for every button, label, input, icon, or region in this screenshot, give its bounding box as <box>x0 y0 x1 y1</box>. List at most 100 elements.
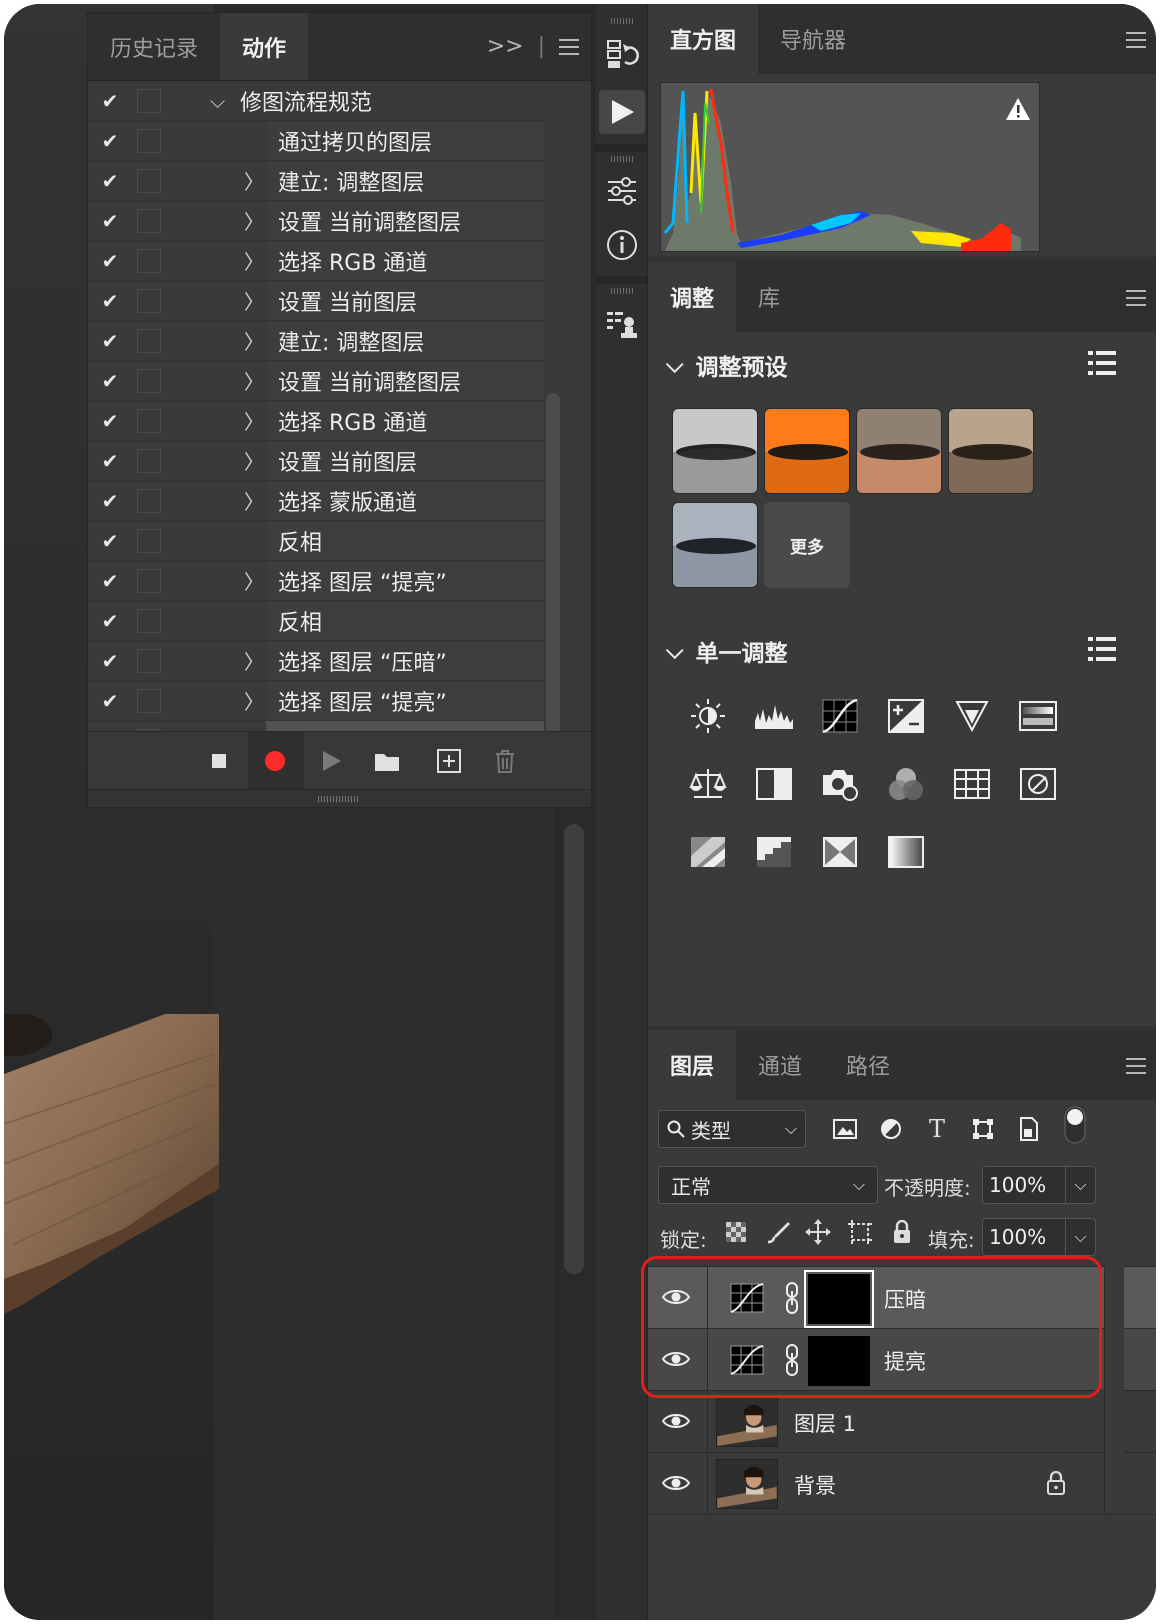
preset-thumbnail[interactable] <box>672 408 758 494</box>
layers-scrollbar[interactable] <box>1104 1266 1124 1514</box>
check-icon[interactable]: ✔ <box>88 249 132 273</box>
tab-history[interactable]: 历史记录 <box>88 13 220 80</box>
exposure-icon[interactable] <box>884 694 928 738</box>
check-icon[interactable]: ✔ <box>88 169 132 193</box>
dialog-toggle[interactable] <box>137 168 161 193</box>
color-balance-icon[interactable] <box>686 762 730 806</box>
opacity-dropdown[interactable]: ⌵ <box>1066 1166 1096 1204</box>
threshold-icon[interactable] <box>752 830 796 874</box>
layer-thumbnail[interactable] <box>716 1397 778 1447</box>
dialog-toggle[interactable] <box>137 288 161 313</box>
check-icon[interactable]: ✔ <box>88 89 132 113</box>
panel-menu-icon[interactable] <box>1126 1058 1146 1074</box>
record-button[interactable] <box>248 732 304 790</box>
tab-paths[interactable]: 路径 <box>824 1030 912 1100</box>
filter-toggle[interactable] <box>1060 1106 1090 1144</box>
action-step-row[interactable]: ✔ 〉选择 RGB 通道 <box>88 241 544 281</box>
panel-menu-icon[interactable] <box>1126 32 1146 48</box>
tab-navigator[interactable]: 导航器 <box>758 4 868 74</box>
chevron-down-icon[interactable]: ⌵ <box>210 89 225 113</box>
dialog-toggle[interactable] <box>137 528 161 553</box>
action-step-row[interactable]: ✔ 〉设置 当前图层 <box>88 281 544 321</box>
dialog-toggle[interactable] <box>137 568 161 593</box>
check-icon[interactable]: ✔ <box>88 449 132 473</box>
new-action-icon[interactable] <box>436 748 462 774</box>
chevron-right-icon[interactable]: 〉 <box>244 646 264 675</box>
chevron-right-icon[interactable]: 〉 <box>244 246 264 275</box>
posterize-icon[interactable] <box>686 830 730 874</box>
canvas-scrollbar[interactable] <box>564 824 584 1274</box>
filter-adjustment-icon[interactable] <box>876 1114 906 1144</box>
dock-grip[interactable] <box>611 18 633 24</box>
filter-shape-icon[interactable] <box>968 1114 998 1144</box>
check-icon[interactable]: ✔ <box>88 489 132 513</box>
lock-icon[interactable] <box>1046 1471 1066 1495</box>
actions-scrollbar[interactable] <box>546 393 560 753</box>
layer-row-darken[interactable]: 压暗 <box>648 1266 1156 1329</box>
link-icon[interactable] <box>784 1281 800 1315</box>
lock-pixels-icon[interactable] <box>764 1218 792 1246</box>
action-step-row[interactable]: ✔ 〉设置 当前调整图层 <box>88 201 544 241</box>
panel-menu-icon[interactable] <box>1126 290 1146 306</box>
fill-input[interactable]: 100% <box>982 1218 1066 1256</box>
play-icon[interactable] <box>319 748 345 774</box>
layer-filter-select[interactable]: 类型 ⌵ <box>658 1110 806 1148</box>
action-step-row[interactable]: ✔ 〉选择 图层 “提亮” <box>88 561 544 601</box>
chevron-right-icon[interactable]: 〉 <box>244 686 264 715</box>
levels-icon[interactable] <box>752 694 796 738</box>
photo-filter-icon[interactable] <box>818 762 862 806</box>
hue-saturation-icon[interactable] <box>1016 694 1060 738</box>
dialog-toggle[interactable] <box>137 408 161 433</box>
dock-grip[interactable] <box>611 288 633 294</box>
preset-thumbnail[interactable] <box>856 408 942 494</box>
check-icon[interactable]: ✔ <box>88 649 132 673</box>
invert-icon[interactable] <box>1016 762 1060 806</box>
dialog-toggle[interactable] <box>137 88 161 113</box>
preset-thumbnail[interactable] <box>764 408 850 494</box>
dialog-toggle[interactable] <box>137 248 161 273</box>
action-step-row[interactable]: ✔ 〉建立: 调整图层 <box>88 321 544 361</box>
list-view-icon[interactable] <box>1088 636 1116 662</box>
layer-mask-thumbnail[interactable] <box>808 1336 870 1386</box>
tab-layers[interactable]: 图层 <box>648 1030 737 1100</box>
chevron-right-icon[interactable]: 〉 <box>244 406 264 435</box>
visibility-toggle[interactable] <box>648 1453 708 1515</box>
check-icon[interactable]: ✔ <box>88 609 132 633</box>
dock-grip[interactable] <box>611 156 633 162</box>
preset-thumbnail[interactable] <box>672 502 758 588</box>
single-adjustments-header[interactable]: ⌵ 单一调整 <box>666 634 787 668</box>
actions-play-icon[interactable] <box>599 90 645 134</box>
tool-presets-icon[interactable] <box>601 304 643 346</box>
color-lookup-icon[interactable] <box>950 762 994 806</box>
panel-menu-icon[interactable] <box>559 38 579 55</box>
lock-all-icon[interactable] <box>888 1218 916 1246</box>
action-step-row[interactable]: ✔ 〉选择 蒙版通道 <box>88 481 544 521</box>
properties-icon[interactable] <box>601 170 643 212</box>
check-icon[interactable]: ✔ <box>88 529 132 553</box>
trash-icon[interactable] <box>492 748 518 774</box>
action-step-row[interactable]: ✔ 〉建立: 调整图层 <box>88 161 544 201</box>
visibility-toggle[interactable] <box>648 1391 708 1453</box>
black-white-icon[interactable] <box>752 762 796 806</box>
action-step-row[interactable]: ✔ 通过拷贝的图层 <box>88 121 544 161</box>
link-icon[interactable] <box>784 1343 800 1377</box>
presets-header[interactable]: ⌵ 调整预设 <box>666 348 787 382</box>
layer-thumbnail[interactable] <box>716 1459 778 1509</box>
check-icon[interactable]: ✔ <box>88 409 132 433</box>
brightness-contrast-icon[interactable] <box>686 694 730 738</box>
selective-color-icon[interactable] <box>818 830 862 874</box>
chevron-right-icon[interactable]: 〉 <box>244 446 264 475</box>
action-step-row[interactable]: ✔ 〉设置 当前调整图层 <box>88 361 544 401</box>
dialog-toggle[interactable] <box>137 368 161 393</box>
tab-libraries[interactable]: 库 <box>736 262 802 332</box>
fill-dropdown[interactable]: ⌵ <box>1066 1218 1096 1256</box>
more-presets-button[interactable]: 更多 <box>764 502 850 588</box>
layer-row-background[interactable]: 背景 <box>648 1452 1156 1515</box>
opacity-input[interactable]: 100% <box>982 1166 1066 1204</box>
lock-artboard-icon[interactable] <box>846 1218 874 1246</box>
action-step-row[interactable]: ✔ 〉选择 图层 “提亮” <box>88 681 544 721</box>
dialog-toggle[interactable] <box>137 648 161 673</box>
tab-adjustments[interactable]: 调整 <box>648 262 737 332</box>
lock-position-icon[interactable] <box>804 1218 832 1246</box>
action-step-row[interactable]: ✔ 反相 <box>88 601 544 641</box>
